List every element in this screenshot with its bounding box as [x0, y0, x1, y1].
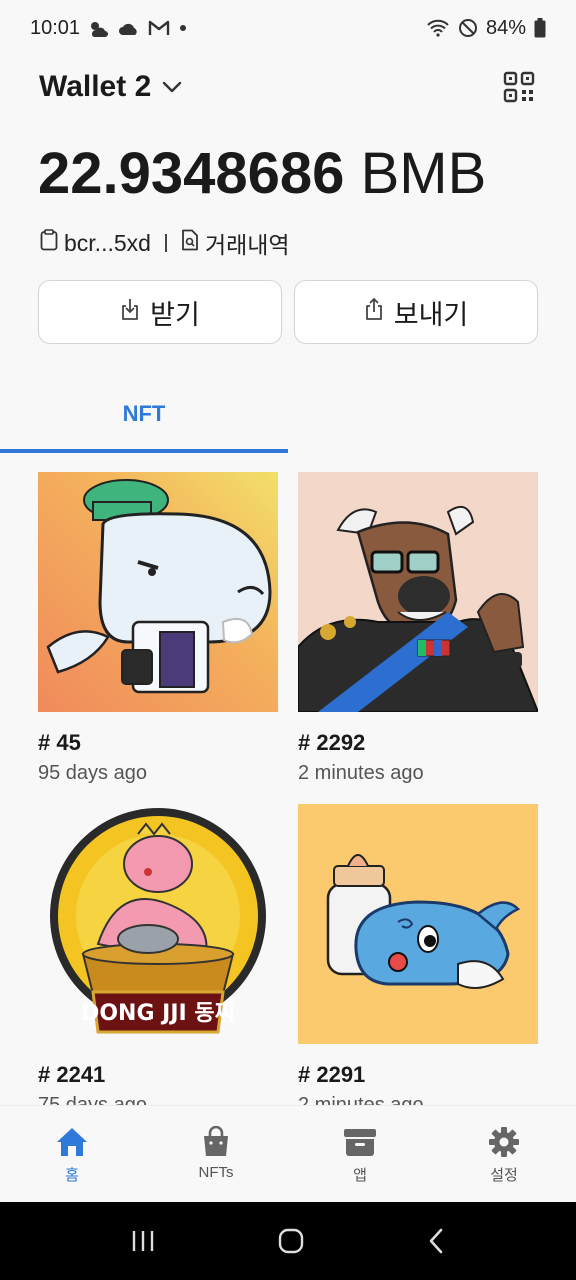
- gear-icon: [489, 1127, 519, 1157]
- history-button[interactable]: 거래내역: [181, 226, 290, 260]
- nft-id: # 2291: [298, 1062, 366, 1087]
- nav-apps[interactable]: 앱: [288, 1106, 432, 1202]
- copy-address-button[interactable]: bcr...5xd: [40, 229, 151, 257]
- nft-id: # 45: [38, 730, 81, 755]
- recent-apps-icon[interactable]: [130, 1228, 156, 1254]
- nft-image-bull-officer: [298, 472, 538, 712]
- nav-nfts[interactable]: NFTs: [144, 1106, 288, 1202]
- battery-icon: [534, 18, 546, 38]
- nft-id: # 2292: [298, 730, 366, 755]
- wallet-selector[interactable]: Wallet 2: [39, 70, 151, 104]
- nft-image-pink-coin: DONG JJI 동찌: [38, 804, 278, 1044]
- bottom-nav: 홈 NFTs 앱 설정: [0, 1106, 576, 1202]
- clipboard-icon: [40, 229, 58, 257]
- nft-card[interactable]: # 2292 2 minutes ago: [298, 472, 538, 785]
- tab-nft[interactable]: NFT: [0, 374, 288, 454]
- nft-card[interactable]: # 45 95 days ago: [38, 472, 278, 785]
- document-search-icon: [181, 229, 199, 257]
- status-bar: 10:01 84%: [0, 0, 576, 56]
- send-button[interactable]: 보내기: [294, 280, 538, 344]
- do-not-disturb-icon: [458, 18, 478, 38]
- nav-settings[interactable]: 설정: [432, 1106, 576, 1202]
- nft-time: 2 minutes ago: [298, 762, 424, 784]
- back-icon[interactable]: [426, 1227, 446, 1255]
- history-label: 거래내역: [204, 232, 290, 258]
- wallet-meta-row: bcr...5xd 거래내역: [40, 226, 290, 260]
- nft-id: # 2241: [38, 1062, 106, 1087]
- weather-icon: [88, 19, 110, 37]
- nft-image-baby-whale: [298, 804, 538, 1044]
- archive-box-icon: [344, 1129, 376, 1156]
- share-upload-icon: [364, 297, 384, 328]
- wifi-icon: [426, 18, 450, 38]
- qr-code-icon[interactable]: [502, 70, 536, 104]
- nft-time: 95 days ago: [38, 762, 147, 784]
- nft-card[interactable]: # 2291 2 minutes ago: [298, 804, 538, 1117]
- chevron-down-icon[interactable]: [161, 80, 183, 94]
- send-label: 보내기: [393, 299, 469, 330]
- download-icon: [120, 297, 140, 328]
- tab-active-indicator: [0, 449, 288, 453]
- nft-image-whale-chef: [38, 472, 278, 712]
- gmail-icon: [148, 20, 170, 36]
- balance-amount: 22.9348686: [38, 141, 345, 206]
- home-icon: [57, 1128, 87, 1156]
- shopping-bag-icon: [204, 1126, 228, 1156]
- wallet-header: Wallet 2: [39, 66, 536, 108]
- receive-label: 받기: [150, 299, 200, 330]
- nft-badge-text: DONG JJI 동찌: [81, 1001, 235, 1026]
- home-button-icon[interactable]: [277, 1227, 305, 1255]
- cloud-icon: [118, 20, 140, 36]
- nav-apps-label: 앱: [353, 1167, 367, 1184]
- nft-card[interactable]: DONG JJI 동찌 # 2241 75 days ago: [38, 804, 278, 1117]
- wallet-address: bcr...5xd: [64, 229, 151, 256]
- nav-home-label: 홈: [65, 1167, 79, 1184]
- battery-percent: 84%: [485, 16, 526, 39]
- balance-display: 22.9348686 BMB: [38, 140, 486, 207]
- receive-button[interactable]: 받기: [38, 280, 282, 344]
- nav-nfts-label: NFTs: [198, 1164, 234, 1181]
- balance-unit: BMB: [360, 141, 487, 206]
- system-nav-bar: [0, 1202, 576, 1280]
- nav-settings-label: 설정: [490, 1167, 518, 1184]
- status-time: 10:01: [30, 16, 81, 39]
- notification-dot-icon: [178, 23, 188, 33]
- nav-home[interactable]: 홈: [0, 1106, 144, 1202]
- meta-divider: [164, 234, 167, 252]
